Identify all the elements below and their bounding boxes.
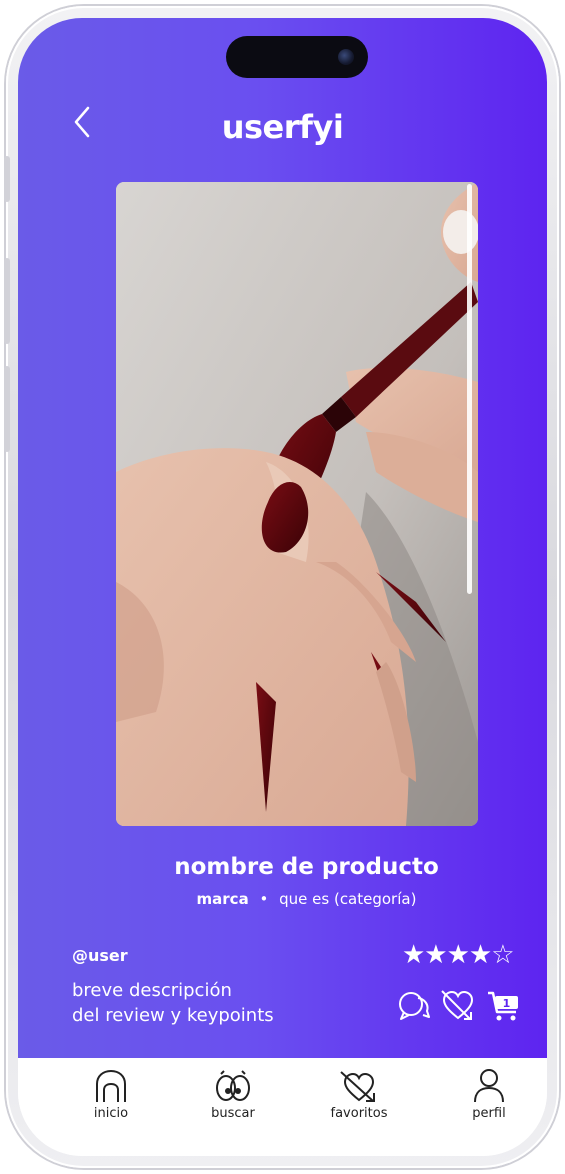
rating-stars: ★★★★☆: [402, 940, 515, 970]
phone-volume-up-button: [4, 258, 10, 344]
phone-frame: userfyi nombre de producto marca • que e…: [4, 6, 559, 1168]
tab-label: buscar: [211, 1106, 255, 1121]
product-brand[interactable]: marca: [197, 890, 249, 908]
review-actions: 1: [396, 988, 526, 1026]
video-frame-image: [116, 182, 478, 826]
tab-favoritos[interactable]: favoritos: [314, 1068, 404, 1138]
review-username[interactable]: @user: [72, 946, 128, 965]
home-icon: [96, 1069, 126, 1102]
product-name: nombre de producto: [174, 854, 439, 880]
separator-dot: •: [259, 890, 269, 908]
tab-bar: inicio buscar favoritos perfil: [18, 1058, 547, 1156]
dynamic-island: [226, 36, 368, 78]
comment-icon: [399, 992, 430, 1020]
cart-count: 1: [503, 997, 511, 1010]
product-category[interactable]: que es (categoría): [279, 890, 416, 908]
tab-label: favoritos: [330, 1106, 388, 1121]
phone-screen: userfyi nombre de producto marca • que e…: [18, 18, 547, 1156]
phone-side-button: [4, 156, 10, 202]
tab-buscar[interactable]: buscar: [188, 1068, 278, 1138]
tab-inicio[interactable]: inicio: [66, 1068, 156, 1138]
review-description-line: del review y keypoints: [72, 1005, 274, 1026]
user-icon: [474, 1069, 504, 1103]
brand-logo: userfyi: [221, 108, 344, 146]
review-description: breve descripción del review y keypoints: [72, 978, 372, 1028]
cart-button[interactable]: 1: [486, 988, 522, 1024]
tab-label: inicio: [93, 1106, 129, 1121]
review-video[interactable]: [116, 182, 478, 826]
favorite-button[interactable]: [440, 988, 476, 1024]
product-subtitle: marca • que es (categoría): [18, 890, 547, 908]
tab-perfil[interactable]: perfil: [444, 1068, 534, 1138]
search-eyes-icon: [216, 1070, 250, 1101]
phone-volume-down-button: [4, 366, 10, 452]
cart-icon: 1: [488, 991, 518, 1021]
review-description-line: breve descripción: [72, 980, 232, 1001]
tab-label: perfil: [472, 1106, 506, 1121]
video-progress-scrollbar[interactable]: [467, 184, 472, 594]
comment-button[interactable]: [396, 988, 432, 1024]
heart-arrow-icon: [441, 990, 474, 1020]
camera-icon: [338, 49, 354, 65]
heart-arrow-icon: [340, 1071, 375, 1102]
